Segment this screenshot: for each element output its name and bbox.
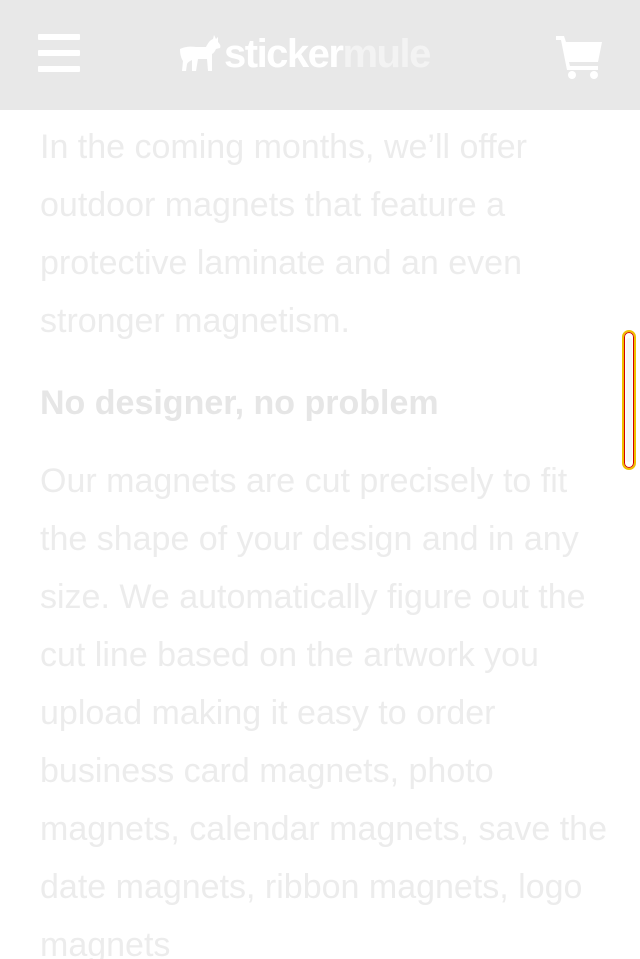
cart-button[interactable] <box>554 32 606 80</box>
logo-wordmark: stickermule <box>224 28 431 80</box>
logo-text-sticker: sticker <box>224 32 344 76</box>
section-paragraph: Our magnets are cut precisely to fit the… <box>40 462 607 959</box>
menu-button[interactable] <box>30 26 88 82</box>
menu-bar-middle <box>38 50 80 56</box>
section-heading: No designer, no problem <box>40 384 439 422</box>
page: stickermule In the coming months, we’ll … <box>0 0 640 959</box>
logo-text-mule: mule <box>342 32 431 76</box>
menu-bar-bottom <box>38 66 80 72</box>
scrollbar[interactable] <box>622 330 636 470</box>
intro-paragraph: In the coming months, we’ll offer outdoo… <box>40 128 527 340</box>
shopping-cart-icon <box>556 36 602 79</box>
scrollbar-thumb[interactable] <box>626 338 632 462</box>
top-header: stickermule <box>0 0 640 110</box>
main-content: In the coming months, we’ll offer outdoo… <box>40 118 610 959</box>
menu-bar-top <box>38 34 80 40</box>
sticker-mule-logo[interactable]: stickermule <box>176 28 431 80</box>
mule-logo-icon <box>180 35 221 71</box>
